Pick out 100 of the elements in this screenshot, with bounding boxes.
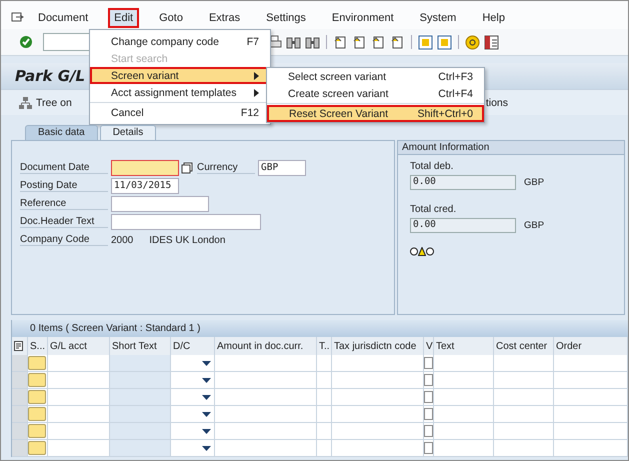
menu-item[interactable]: Help [476,8,511,28]
table-cell[interactable] [494,372,554,389]
menu-item[interactable]: Reset Screen Variant Shift+Ctrl+0 [267,105,484,122]
column-header[interactable]: T.. [317,337,332,355]
status-cell[interactable] [28,373,46,387]
table-cell[interactable] [317,355,332,372]
table-cell[interactable] [317,389,332,406]
column-header[interactable]: Cost center [494,337,554,355]
page-icon[interactable] [390,34,405,50]
dropdown-field[interactable] [171,372,215,389]
menu-item[interactable]: Create screen variant Ctrl+F4 [267,85,484,102]
column-header[interactable]: Text [434,337,494,355]
table-cell[interactable] [215,389,317,406]
table-cell[interactable] [332,440,424,457]
table-cell[interactable] [332,423,424,440]
table-cell[interactable] [215,440,317,457]
input-field[interactable] [111,214,261,230]
column-header[interactable]: S... [28,337,48,355]
frame-icon[interactable] [437,34,452,50]
menu-item[interactable]: Change company code F7 [90,33,270,50]
table-cell[interactable] [434,406,494,423]
binoculars-icon[interactable] [305,34,320,50]
table-cell[interactable] [554,406,628,423]
column-header[interactable]: Short Text [110,337,171,355]
table-cell[interactable] [215,423,317,440]
tab[interactable]: Basic data [25,125,98,140]
column-header[interactable]: D/C [171,337,215,355]
status-cell[interactable] [28,407,46,421]
menu-item[interactable]: Settings [260,8,312,28]
page-icon[interactable] [371,34,386,50]
row-selector[interactable] [12,423,28,440]
table-cell[interactable] [317,440,332,457]
row-selector[interactable] [12,406,28,423]
toolbar-button[interactable]: tions [486,94,512,110]
column-header[interactable]: Amount in doc.curr. [215,337,317,355]
checkbox[interactable] [424,391,433,403]
row-selector[interactable] [12,440,28,457]
table-cell[interactable] [317,423,332,440]
help-icon[interactable] [465,34,480,50]
input-field[interactable] [111,160,179,176]
table-cell[interactable] [554,355,628,372]
input-field[interactable] [111,196,209,212]
table-cell[interactable] [215,406,317,423]
table-cell[interactable] [494,440,554,457]
page-icon[interactable] [352,34,367,50]
menu-item[interactable]: System [414,8,462,28]
table-cell[interactable] [554,423,628,440]
dropdown-field[interactable] [171,389,215,406]
column-settings-icon[interactable] [12,337,28,355]
menu-item[interactable]: Document [32,8,94,28]
table-cell[interactable] [434,389,494,406]
table-cell[interactable] [494,389,554,406]
tree-button[interactable]: Tree on [15,94,76,110]
dropdown-field[interactable] [171,406,215,423]
status-cell[interactable] [28,356,46,370]
table-cell[interactable] [494,423,554,440]
table-cell[interactable] [332,355,424,372]
column-header[interactable]: V [424,337,434,355]
menu-item[interactable]: Select screen variant Ctrl+F3 [267,68,484,85]
menu-item[interactable]: Acct assignment templates [90,84,270,101]
row-selector[interactable] [12,372,28,389]
input-field[interactable]: GBP [258,160,306,176]
menu-icon[interactable] [11,12,24,24]
dropdown-field[interactable] [171,355,215,372]
table-cell[interactable] [554,372,628,389]
checkbox[interactable] [424,374,433,386]
table-cell[interactable] [554,440,628,457]
frame-icon[interactable] [418,34,433,50]
dropdown-field[interactable] [171,423,215,440]
table-cell[interactable] [494,406,554,423]
table-cell[interactable] [317,372,332,389]
table-cell[interactable] [215,372,317,389]
table-cell[interactable] [434,355,494,372]
table-cell[interactable] [332,372,424,389]
table-cell[interactable] [554,389,628,406]
menu-item[interactable]: Edit [108,8,140,28]
table-cell[interactable] [494,355,554,372]
table-cell[interactable] [332,406,424,423]
table-cell[interactable] [317,406,332,423]
check-icon[interactable] [19,35,33,49]
tab[interactable]: Details [100,125,156,140]
checkbox[interactable] [424,442,433,454]
table-cell[interactable] [434,440,494,457]
input-field[interactable]: 11/03/2015 [111,178,179,194]
status-cell[interactable] [28,441,46,455]
menu-item[interactable]: Goto [153,8,189,28]
menu-item[interactable]: Environment [326,8,400,28]
table-cell[interactable] [434,423,494,440]
column-header[interactable]: Order [554,337,628,355]
status-cell[interactable] [28,390,46,404]
menu-item[interactable]: Cancel F12 [90,104,270,121]
page-icon[interactable] [333,34,348,50]
checkbox[interactable] [424,425,433,437]
status-cell[interactable] [28,424,46,438]
checkbox[interactable] [424,357,433,369]
dropdown-field[interactable] [171,440,215,457]
column-header[interactable]: Tax jurisdictn code [332,337,424,355]
column-header[interactable]: G/L acct [48,337,110,355]
table-cell[interactable] [434,372,494,389]
table-cell[interactable] [332,389,424,406]
